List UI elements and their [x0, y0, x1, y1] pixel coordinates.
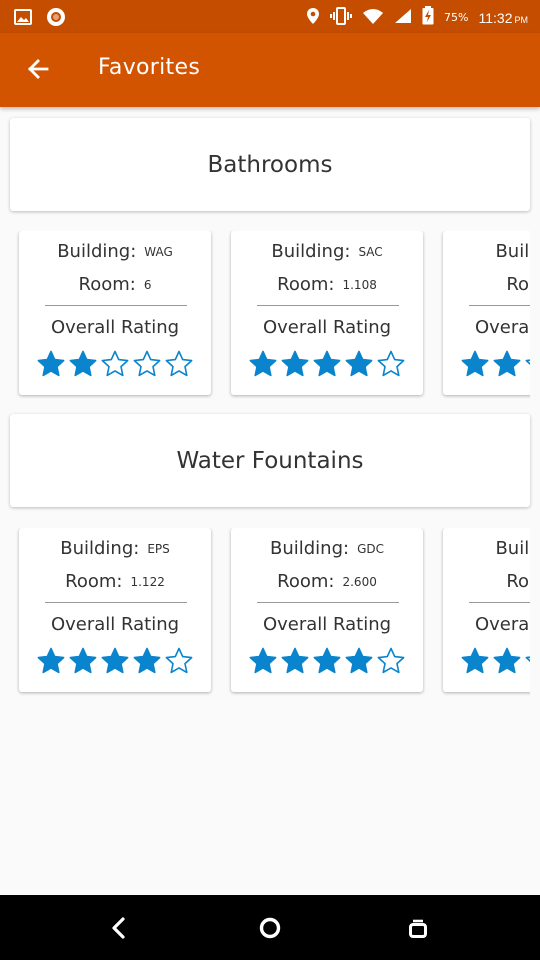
star-filled-icon — [132, 646, 162, 676]
star-filled-icon — [248, 349, 278, 379]
star-filled-icon — [68, 349, 98, 379]
signal-icon — [394, 8, 412, 28]
room-line: Room: 2.600 — [277, 571, 377, 592]
building-line: Building: — [495, 538, 530, 559]
arrow-back-icon — [22, 59, 54, 89]
star-rating — [19, 349, 211, 379]
star-filled-icon — [344, 349, 374, 379]
favorite-card-partial[interactable]: Building: Room: Overall Rating — [443, 231, 530, 395]
battery-percent: 75% — [444, 11, 469, 24]
star-empty-icon — [524, 349, 530, 379]
star-empty-icon — [524, 646, 530, 676]
room-line: Room: — [506, 274, 530, 295]
location-icon — [306, 7, 320, 29]
room-value: 6 — [143, 278, 152, 292]
star-filled-icon — [68, 646, 98, 676]
room-line: Room: 6 — [78, 274, 152, 295]
rating-label: Overall Rating — [474, 614, 530, 635]
record-icon — [46, 7, 66, 31]
building-line: Building: — [495, 241, 530, 262]
back-triangle-icon — [103, 917, 135, 948]
star-filled-icon — [36, 349, 66, 379]
star-filled-icon — [312, 646, 342, 676]
page-title: Favorites — [98, 55, 201, 80]
star-filled-icon — [280, 349, 310, 379]
home-circle-icon — [254, 917, 286, 948]
favorite-card-partial[interactable]: Building: Room: Overall Rating — [443, 528, 530, 692]
divider — [469, 602, 530, 603]
room-value: 2.600 — [342, 575, 377, 589]
vibrate-icon — [330, 6, 353, 29]
building-value: EPS — [147, 542, 170, 556]
system-nav-bar — [0, 895, 540, 960]
rating-label: Overall Rating — [262, 614, 392, 635]
room-value: 1.122 — [130, 575, 165, 589]
section-header-water-fountains: Water Fountains — [10, 414, 530, 507]
battery-charging-icon — [422, 6, 434, 29]
building-line: Building: SAC — [271, 241, 383, 262]
star-filled-icon — [312, 349, 342, 379]
recents-square-icon — [402, 919, 434, 948]
star-filled-icon — [248, 646, 278, 676]
star-rating — [231, 646, 423, 676]
star-rating — [443, 646, 530, 676]
building-value: SAC — [358, 245, 383, 259]
nav-recents-button[interactable] — [402, 912, 434, 944]
nav-back-button[interactable] — [103, 912, 135, 944]
bathrooms-card-row[interactable]: Building: WAG Room: 6 Overall Rating Build… — [10, 231, 530, 403]
star-empty-icon — [376, 349, 406, 379]
water-fountains-card-row[interactable]: Building: EPS Room: 1.122 Overall Rating B… — [10, 528, 530, 700]
star-filled-icon — [460, 646, 490, 676]
star-empty-icon — [164, 349, 194, 379]
star-empty-icon — [132, 349, 162, 379]
building-line: Building: EPS — [60, 538, 170, 559]
back-button[interactable] — [22, 53, 54, 85]
star-rating — [443, 349, 530, 379]
rating-label: Overall Rating — [474, 317, 530, 338]
divider — [45, 305, 187, 306]
star-filled-icon — [36, 646, 66, 676]
rating-label: Overall Rating — [262, 317, 392, 338]
gallery-icon — [14, 9, 32, 29]
star-empty-icon — [376, 646, 406, 676]
wifi-icon — [362, 8, 384, 28]
star-filled-icon — [492, 349, 522, 379]
favorite-card[interactable]: Building: WAG Room: 6 Overall Rating — [19, 231, 211, 395]
building-value: GDC — [357, 542, 384, 556]
divider — [469, 305, 530, 306]
section-header-bathrooms: Bathrooms — [10, 118, 530, 211]
star-filled-icon — [460, 349, 490, 379]
divider — [45, 602, 187, 603]
rating-label: Overall Rating — [50, 317, 180, 338]
divider — [257, 602, 399, 603]
star-empty-icon — [100, 349, 130, 379]
room-line: Room: 1.122 — [65, 571, 165, 592]
room-line: Room: — [506, 571, 530, 592]
star-filled-icon — [280, 646, 310, 676]
star-filled-icon — [492, 646, 522, 676]
building-value: WAG — [144, 245, 173, 259]
building-line: Building: WAG — [57, 241, 173, 262]
nav-home-button[interactable] — [254, 912, 286, 944]
favorite-card[interactable]: Building: EPS Room: 1.122 Overall Rating — [19, 528, 211, 692]
room-line: Room: 1.108 — [277, 274, 377, 295]
app-bar: Favorites — [0, 33, 540, 107]
star-rating — [19, 646, 211, 676]
rating-label: Overall Rating — [50, 614, 180, 635]
star-filled-icon — [100, 646, 130, 676]
building-line: Building: GDC — [269, 538, 384, 559]
room-value: 1.108 — [342, 278, 377, 292]
favorite-card[interactable]: Building: GDC Room: 2.600 Overall Rating — [231, 528, 423, 692]
favorite-card[interactable]: Building: SAC Room: 1.108 Overall Rating — [231, 231, 423, 395]
clock: 11:32 PM — [478, 9, 529, 26]
star-rating — [231, 349, 423, 379]
star-filled-icon — [344, 646, 374, 676]
status-bar: 75% 11:32 PM — [0, 0, 540, 33]
star-empty-icon — [164, 646, 194, 676]
divider — [257, 305, 399, 306]
